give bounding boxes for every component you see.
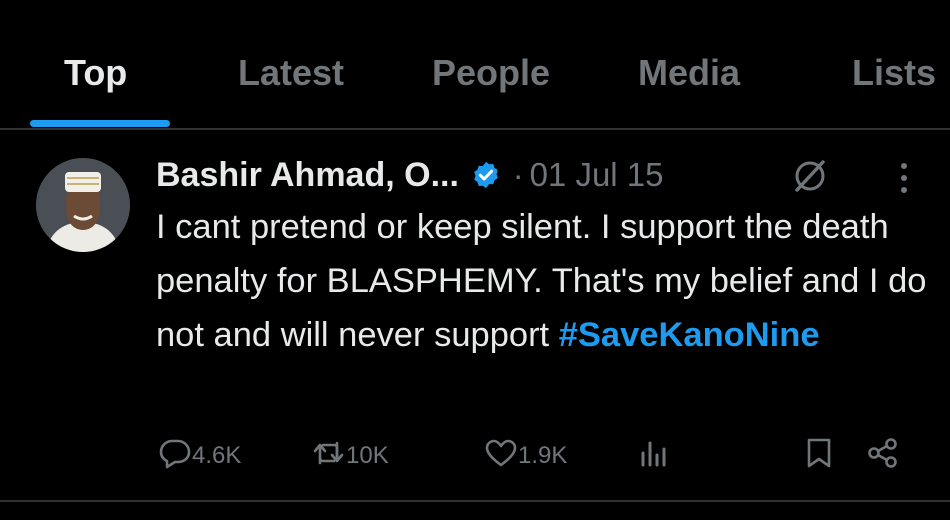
views-button[interactable] — [636, 440, 670, 472]
reply-button[interactable]: 4.6K — [158, 439, 242, 472]
tab-media[interactable]: Media — [638, 52, 740, 94]
repost-icon — [312, 437, 346, 476]
reply-count: 4.6K — [192, 442, 242, 469]
tweet[interactable]: Bashir Ahmad, O... · 01 Jul 15 I cant pr… — [0, 130, 950, 500]
avatar[interactable] — [36, 158, 130, 252]
tab-latest[interactable]: Latest — [238, 52, 344, 94]
tab-people[interactable]: People — [432, 52, 550, 94]
like-icon — [484, 437, 518, 476]
avatar-portrait — [36, 158, 130, 252]
tab-lists[interactable]: Lists — [852, 52, 936, 94]
repost-button[interactable]: 10K — [312, 440, 389, 472]
like-count: 1.9K — [518, 442, 568, 469]
verified-badge-icon — [471, 160, 501, 190]
views-icon — [636, 437, 670, 476]
tweet-actions: 4.6K 10K 1.9K — [0, 430, 950, 480]
author-name[interactable]: Bashir Ahmad, O... — [156, 156, 459, 195]
reply-icon — [158, 437, 192, 476]
bookmark-icon — [802, 437, 836, 476]
active-tab-indicator — [30, 120, 170, 127]
repost-count: 10K — [346, 442, 389, 469]
like-button[interactable]: 1.9K — [484, 439, 568, 472]
more-options-icon[interactable] — [894, 158, 914, 198]
tab-top[interactable]: Top — [64, 52, 127, 94]
bookmark-button[interactable] — [802, 438, 836, 472]
share-icon — [866, 437, 900, 476]
search-tabs: Top Latest People Media Lists — [0, 0, 950, 130]
grok-icon[interactable] — [790, 156, 830, 196]
hashtag-link[interactable]: #SaveKanoNine — [559, 316, 820, 354]
separator-dot: · — [512, 156, 524, 193]
tweet-date[interactable]: 01 Jul 15 — [530, 156, 664, 194]
tweet-divider — [0, 500, 950, 502]
tweet-header: Bashir Ahmad, O... · 01 Jul 15 — [156, 152, 664, 198]
share-button[interactable] — [866, 437, 900, 472]
tweet-text: I cant pretend or keep silent. I support… — [156, 200, 936, 362]
